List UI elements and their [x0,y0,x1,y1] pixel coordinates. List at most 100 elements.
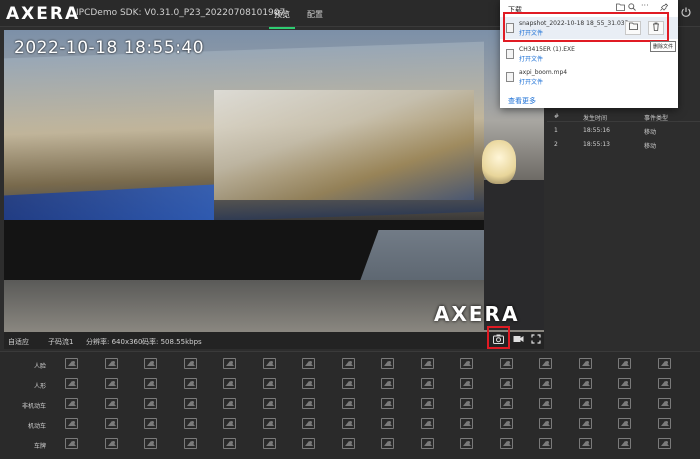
image-placeholder-icon[interactable] [657,378,671,389]
tab-preview[interactable]: 预览 [269,9,295,29]
image-placeholder-icon[interactable] [65,398,78,409]
image-placeholder-icon[interactable] [460,378,473,389]
image-placeholder-icon[interactable] [460,358,473,369]
image-placeholder-icon[interactable] [302,438,315,449]
image-placeholder-icon[interactable] [420,398,434,409]
image-placeholder-icon[interactable] [499,438,513,449]
image-placeholder-icon[interactable] [302,418,315,429]
image-placeholder-icon[interactable] [618,358,631,369]
image-placeholder-icon[interactable] [460,398,473,409]
image-placeholder-icon[interactable] [578,358,592,369]
image-placeholder-icon[interactable] [144,438,157,449]
open-file-link[interactable]: 打开文件 [519,54,543,63]
image-placeholder-icon[interactable] [104,358,118,369]
image-placeholder-icon[interactable] [420,438,434,449]
sub-stream[interactable]: 子码流1 [48,337,73,347]
image-placeholder-icon[interactable] [341,418,355,429]
image-placeholder-icon[interactable] [144,418,157,429]
image-placeholder-icon[interactable] [657,358,671,369]
image-placeholder-icon[interactable] [183,438,197,449]
image-placeholder-icon[interactable] [183,358,197,369]
image-placeholder-icon[interactable] [381,358,394,369]
image-placeholder-icon[interactable] [657,418,671,429]
image-placeholder-icon[interactable] [657,398,671,409]
image-placeholder-icon[interactable] [499,418,513,429]
image-placeholder-icon[interactable] [578,398,592,409]
see-more-link[interactable]: 查看更多 [508,96,536,106]
image-placeholder-icon[interactable] [65,438,78,449]
image-placeholder-icon[interactable] [420,358,434,369]
image-placeholder-icon[interactable] [578,378,592,389]
image-placeholder-icon[interactable] [144,398,157,409]
event-time: 18:55:16 [583,127,610,134]
gallery-row: 非机动车 [0,395,700,415]
image-placeholder-icon[interactable] [262,398,276,409]
image-placeholder-icon[interactable] [539,398,552,409]
image-placeholder-icon[interactable] [104,378,118,389]
more-icon[interactable]: ··· [641,1,649,10]
scene-toy [482,140,516,184]
image-placeholder-icon[interactable] [539,438,552,449]
record-icon[interactable] [512,334,525,347]
image-placeholder-icon[interactable] [420,418,434,429]
image-placeholder-icon[interactable] [578,418,592,429]
image-placeholder-icon[interactable] [341,358,355,369]
image-placeholder-icon[interactable] [618,398,631,409]
image-placeholder-icon[interactable] [499,398,513,409]
image-placeholder-icon[interactable] [223,398,236,409]
image-placeholder-icon[interactable] [341,438,355,449]
image-placeholder-icon[interactable] [144,358,157,369]
image-placeholder-icon[interactable] [341,378,355,389]
image-placeholder-icon[interactable] [302,398,315,409]
image-placeholder-icon[interactable] [657,438,671,449]
image-placeholder-icon[interactable] [341,398,355,409]
image-placeholder-icon[interactable] [381,418,394,429]
image-placeholder-icon[interactable] [578,438,592,449]
image-placeholder-icon[interactable] [381,398,394,409]
image-placeholder-icon[interactable] [104,438,118,449]
image-placeholder-icon[interactable] [65,418,78,429]
image-placeholder-icon[interactable] [144,378,157,389]
image-placeholder-icon[interactable] [460,438,473,449]
image-placeholder-icon[interactable] [618,438,631,449]
image-placeholder-icon[interactable] [262,358,276,369]
image-placeholder-icon[interactable] [302,358,315,369]
image-placeholder-icon[interactable] [618,418,631,429]
image-placeholder-icon[interactable] [223,358,236,369]
image-placeholder-icon[interactable] [460,418,473,429]
image-placeholder-icon[interactable] [104,418,118,429]
image-placeholder-icon[interactable] [381,438,394,449]
event-row[interactable]: 1 18:55:16 移动 [547,124,700,138]
video-preview[interactable]: 2022-10-18 18:55:40 AXERA [4,30,544,332]
power-icon[interactable] [680,6,692,18]
gallery-row: 人形 [0,375,700,395]
ipc-demo-app: AXERA IPCDemo SDK: V0.31.0_P23_202207081… [0,0,700,459]
image-placeholder-icon[interactable] [539,358,552,369]
image-placeholder-icon[interactable] [183,398,197,409]
stream-mode[interactable]: 自适应 [8,337,29,347]
image-placeholder-icon[interactable] [183,418,197,429]
image-placeholder-icon[interactable] [223,418,236,429]
image-placeholder-icon[interactable] [223,438,236,449]
event-row[interactable]: 2 18:55:13 移动 [547,138,700,152]
image-placeholder-icon[interactable] [65,378,78,389]
image-placeholder-icon[interactable] [262,378,276,389]
fullscreen-icon[interactable] [529,334,542,347]
image-placeholder-icon[interactable] [262,418,276,429]
image-placeholder-icon[interactable] [499,358,513,369]
image-placeholder-icon[interactable] [183,378,197,389]
image-placeholder-icon[interactable] [223,378,236,389]
image-placeholder-icon[interactable] [420,378,434,389]
image-placeholder-icon[interactable] [539,418,552,429]
download-item[interactable]: axpi_boom.mp4 打开文件 [500,66,678,88]
image-placeholder-icon[interactable] [65,358,78,369]
open-file-link[interactable]: 打开文件 [519,77,543,86]
image-placeholder-icon[interactable] [499,378,513,389]
image-placeholder-icon[interactable] [539,378,552,389]
image-placeholder-icon[interactable] [104,398,118,409]
image-placeholder-icon[interactable] [262,438,276,449]
tab-config[interactable]: 配置 [307,9,323,20]
image-placeholder-icon[interactable] [302,378,315,389]
image-placeholder-icon[interactable] [381,378,394,389]
image-placeholder-icon[interactable] [618,378,631,389]
